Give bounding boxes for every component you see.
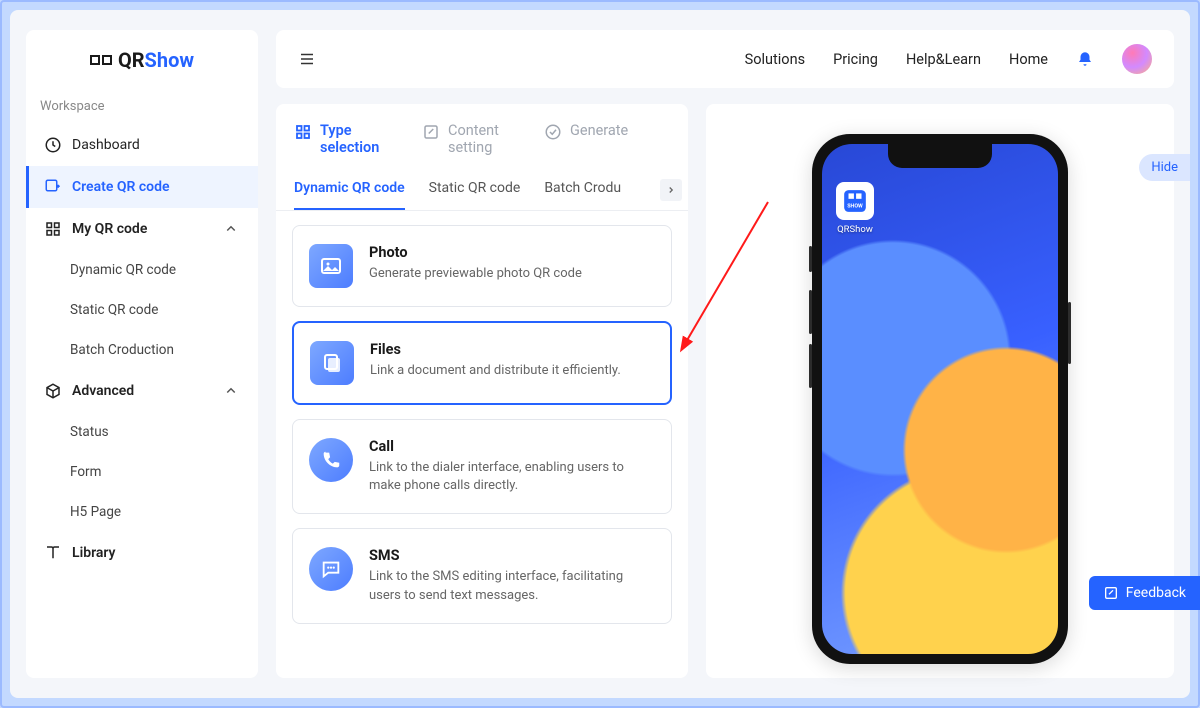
step-content-setting[interactable]: Content setting (422, 122, 514, 156)
tab-batch[interactable]: Batch Crodu (544, 170, 621, 210)
type-card-call[interactable]: Call Link to the dialer interface, enabl… (292, 419, 672, 514)
step-type-selection[interactable]: Type selection (294, 122, 392, 156)
create-plus-icon (44, 178, 62, 196)
tabs-scroll-right[interactable] (660, 179, 682, 201)
chevron-up-icon (222, 220, 240, 238)
type-desc: Link to the SMS editing interface, facil… (369, 568, 655, 604)
sidebar-label: Advanced (72, 383, 134, 399)
tab-dynamic[interactable]: Dynamic QR code (294, 170, 405, 210)
phone-app-label: QRShow (837, 224, 873, 235)
sidebar-item-dashboard[interactable]: Dashboard (26, 124, 258, 166)
brand-text: QRShow (118, 48, 194, 72)
wizard-steps: Type selection Content setting Generate (276, 104, 688, 170)
hide-preview-button[interactable]: Hide (1139, 154, 1190, 181)
sidebar-item-advanced[interactable]: Advanced (26, 370, 258, 412)
chevron-up-icon (222, 382, 240, 400)
phone-mockup: SHOW QRShow (812, 134, 1068, 664)
svg-text:SHOW: SHOW (847, 204, 863, 210)
edit-square-icon (1103, 585, 1119, 601)
phone-app-icon: SHOW QRShow (836, 182, 874, 235)
sms-icon (309, 547, 353, 591)
sidebar-sub-h5[interactable]: H5 Page (26, 492, 258, 532)
type-title: Call (369, 438, 655, 455)
type-desc: Link a document and distribute it effici… (370, 362, 621, 380)
sidebar-label: Library (72, 545, 116, 561)
nav-home[interactable]: Home (1009, 51, 1048, 68)
type-list: Photo Generate previewable photo QR code… (276, 211, 688, 638)
clock-icon (44, 136, 62, 154)
topbar: Solutions Pricing Help&Learn Home (276, 30, 1174, 88)
qr-logo-icon (90, 55, 112, 65)
type-desc: Generate previewable photo QR code (369, 265, 582, 283)
sidebar-item-create-qr[interactable]: Create QR code (26, 166, 258, 208)
nav-help[interactable]: Help&Learn (906, 51, 981, 68)
feedback-button[interactable]: Feedback (1089, 576, 1200, 610)
workspace-label: Workspace (26, 91, 258, 124)
sidebar-sub-batch[interactable]: Batch Croduction (26, 330, 258, 370)
cube-icon (44, 382, 62, 400)
sidebar-item-my-qr[interactable]: My QR code (26, 208, 258, 250)
tab-static[interactable]: Static QR code (429, 170, 521, 210)
bell-icon[interactable] (1076, 50, 1094, 68)
phone-icon (309, 438, 353, 482)
check-circle-icon (544, 123, 562, 141)
sidebar-item-library[interactable]: Library (26, 532, 258, 574)
grid-icon (294, 123, 312, 141)
edit-icon (422, 123, 440, 141)
hamburger-icon[interactable] (298, 50, 316, 68)
sidebar-sub-dynamic[interactable]: Dynamic QR code (26, 250, 258, 290)
type-card-sms[interactable]: SMS Link to the SMS editing interface, f… (292, 528, 672, 623)
type-card-photo[interactable]: Photo Generate previewable photo QR code (292, 225, 672, 307)
type-title: Files (370, 341, 621, 358)
type-card-files[interactable]: Files Link a document and distribute it … (292, 321, 672, 405)
sidebar-label: My QR code (72, 221, 147, 237)
sidebar-sub-status[interactable]: Status (26, 412, 258, 452)
type-title: SMS (369, 547, 655, 564)
photo-icon (309, 244, 353, 288)
grid-icon (44, 220, 62, 238)
files-icon (310, 341, 354, 385)
phone-screen: SHOW QRShow (822, 144, 1058, 654)
nav-pricing[interactable]: Pricing (833, 51, 878, 68)
builder-panel: Type selection Content setting Generate … (276, 104, 688, 678)
qr-type-tabs: Dynamic QR code Static QR code Batch Cro… (276, 170, 688, 211)
book-icon (44, 544, 62, 562)
sidebar-sub-static[interactable]: Static QR code (26, 290, 258, 330)
step-generate[interactable]: Generate (544, 122, 628, 156)
sidebar-sub-form[interactable]: Form (26, 452, 258, 492)
type-desc: Link to the dialer interface, enabling u… (369, 459, 655, 495)
sidebar-label: Dashboard (72, 137, 140, 153)
type-title: Photo (369, 244, 582, 261)
sidebar: QRShow Workspace Dashboard Create QR cod… (26, 30, 258, 678)
sidebar-label: Create QR code (72, 179, 170, 195)
brand-logo[interactable]: QRShow (26, 30, 258, 91)
user-avatar[interactable] (1122, 44, 1152, 74)
nav-solutions[interactable]: Solutions (745, 51, 805, 68)
